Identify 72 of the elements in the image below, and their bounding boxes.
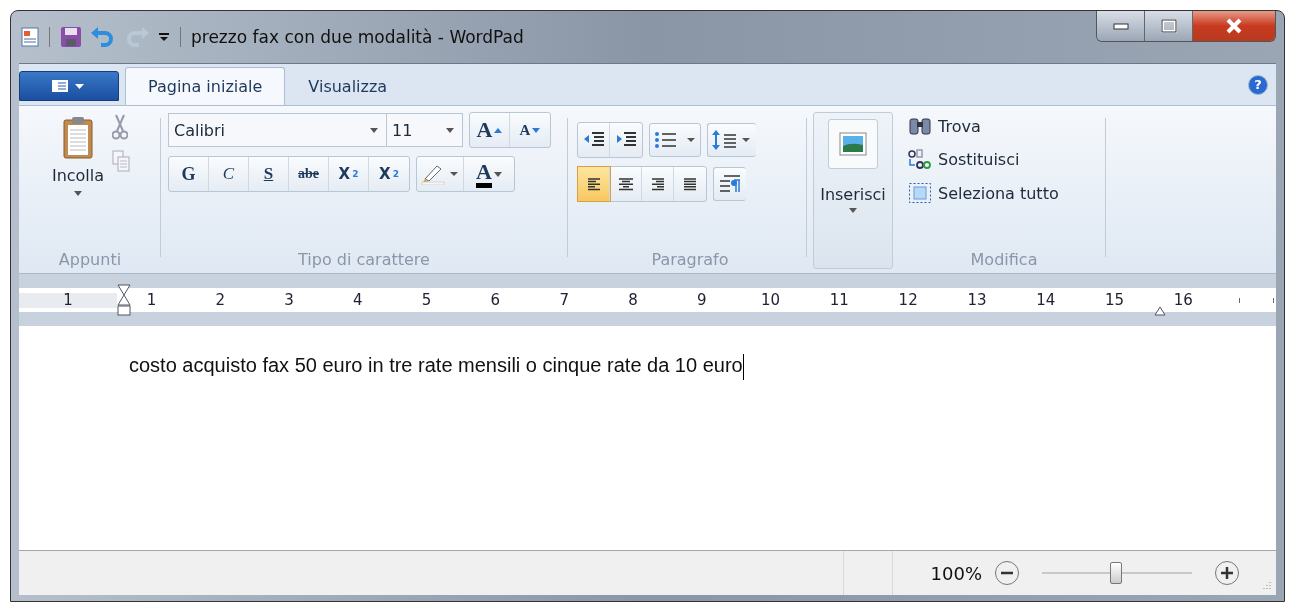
resize-grip-icon[interactable] bbox=[1260, 580, 1272, 592]
editing-button[interactable]: Seleziona tutto bbox=[906, 178, 1061, 208]
align-icon bbox=[585, 177, 602, 191]
bullet-list-button[interactable] bbox=[649, 123, 701, 157]
paste-button[interactable]: Incolla bbox=[49, 112, 107, 200]
cut-icon[interactable] bbox=[112, 114, 129, 140]
caret-icon bbox=[370, 127, 378, 133]
zoom-level: 100% bbox=[930, 562, 982, 584]
save-icon[interactable] bbox=[60, 26, 82, 48]
align-icon bbox=[682, 177, 698, 191]
format-button[interactable]: S bbox=[249, 157, 289, 191]
caret-icon bbox=[446, 127, 454, 133]
ruler-number: 1 bbox=[19, 292, 117, 308]
minimize-icon bbox=[1112, 22, 1129, 30]
shrink-font-button[interactable]: A bbox=[510, 113, 550, 147]
indent-marker-icon[interactable] bbox=[117, 284, 131, 316]
help-button[interactable]: ? bbox=[1248, 74, 1268, 95]
binoculars-icon bbox=[908, 116, 932, 136]
document-area[interactable]: costo acquisto fax 50 euro in tre rate mensili o cinque rate da 10 euro bbox=[19, 326, 1276, 550]
right-indent-marker-icon[interactable] bbox=[1154, 306, 1166, 316]
group-label: Appunti bbox=[58, 250, 122, 269]
outdent-icon bbox=[582, 131, 605, 149]
down-arrow-icon bbox=[532, 127, 541, 133]
caret-icon bbox=[849, 208, 857, 213]
bullet-list-icon bbox=[654, 131, 696, 149]
align-icon bbox=[617, 177, 634, 191]
select-all-icon bbox=[908, 182, 932, 204]
insert-button[interactable]: Inserisci bbox=[813, 112, 893, 269]
image-icon bbox=[839, 132, 867, 156]
font-color-button[interactable]: A bbox=[464, 157, 514, 191]
group-label: Paragrafo bbox=[651, 250, 729, 269]
minimize-button[interactable] bbox=[1097, 11, 1145, 41]
paragraph-button[interactable] bbox=[713, 167, 746, 201]
customize-icon[interactable] bbox=[158, 31, 170, 43]
format-button[interactable]: abe bbox=[289, 157, 329, 191]
minus-icon bbox=[994, 560, 1020, 586]
line-spacing-button[interactable] bbox=[707, 123, 756, 157]
close-icon bbox=[1225, 18, 1243, 34]
clipboard-icon bbox=[62, 116, 94, 160]
caret-icon bbox=[74, 191, 82, 196]
zoom-in-button[interactable] bbox=[1214, 560, 1240, 586]
align-icon bbox=[649, 177, 666, 191]
group-label: Modifica bbox=[970, 250, 1038, 269]
zoom-out-button[interactable] bbox=[994, 560, 1020, 586]
paragraph-icon bbox=[718, 174, 742, 194]
ribbon-tab[interactable]: Pagina iniziale bbox=[125, 67, 286, 105]
caret-icon bbox=[493, 171, 502, 177]
grow-font-button[interactable]: A bbox=[470, 113, 510, 147]
highlighter-icon bbox=[421, 163, 459, 185]
format-button[interactable]: C bbox=[209, 157, 249, 191]
group-label: Tipo di carattere bbox=[298, 250, 430, 269]
format-button[interactable]: G bbox=[169, 157, 209, 191]
close-button[interactable] bbox=[1193, 11, 1275, 41]
plus-icon bbox=[1214, 560, 1240, 586]
ribbon-tab[interactable]: Visualizza bbox=[285, 67, 411, 105]
indent-icon bbox=[615, 131, 637, 149]
maximize-icon bbox=[1160, 19, 1177, 33]
menu-icon bbox=[51, 79, 87, 93]
editing-button[interactable]: Sostituisci bbox=[906, 144, 1061, 174]
maximize-button[interactable] bbox=[1145, 11, 1193, 41]
font-size-dropdown[interactable]: 11 bbox=[386, 113, 463, 147]
editing-button[interactable]: Trova bbox=[906, 112, 1061, 140]
align-button[interactable] bbox=[578, 167, 610, 201]
document-icon[interactable] bbox=[21, 27, 39, 47]
window-title: prezzo fax con due modalità - WordPad bbox=[191, 27, 524, 47]
application-menu-button[interactable] bbox=[19, 71, 119, 101]
up-arrow-icon bbox=[494, 127, 503, 133]
document-text: costo acquisto fax 50 euro in tre rate mensili o cinque rate da 10 euro bbox=[129, 354, 1276, 380]
replace-icon bbox=[908, 148, 932, 170]
format-button[interactable]: X$^{2}$ bbox=[369, 157, 409, 191]
font-family-dropdown[interactable]: Calibri bbox=[168, 113, 387, 147]
line-spacing-icon bbox=[712, 129, 752, 151]
